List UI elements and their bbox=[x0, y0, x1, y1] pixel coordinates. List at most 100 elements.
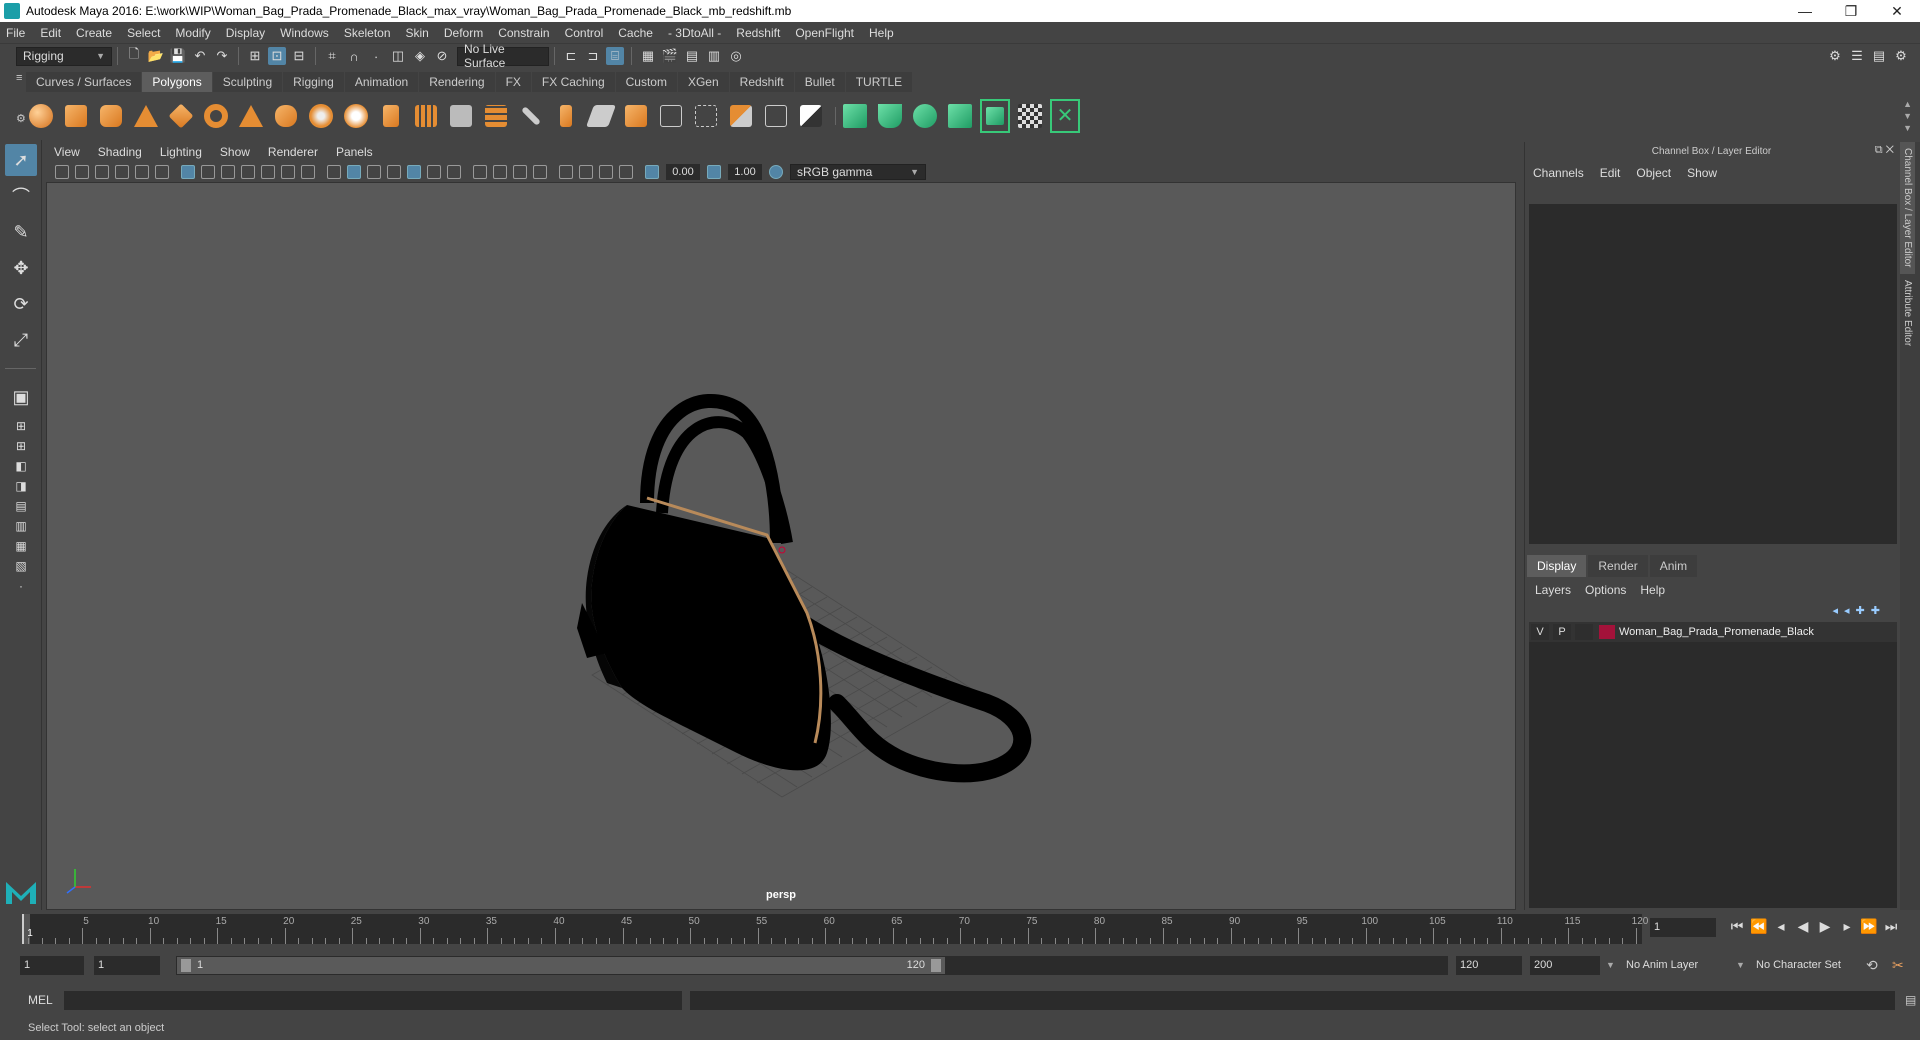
mel-label[interactable]: MEL bbox=[28, 993, 62, 1007]
current-frame-field[interactable]: 1 bbox=[1650, 918, 1716, 937]
fill-hole-icon[interactable] bbox=[621, 99, 651, 133]
restore-button[interactable]: ❐ bbox=[1828, 3, 1874, 20]
minimize-button[interactable]: — bbox=[1782, 3, 1828, 20]
viewport-menu-shading[interactable]: Shading bbox=[98, 145, 142, 159]
channel-box-toggle-icon[interactable]: ⚙ bbox=[1892, 47, 1910, 65]
outliner-layout-icon[interactable]: ▤ bbox=[5, 497, 37, 515]
time-ruler[interactable]: 1 5 10 15 20 25 30 35 40 45 50 55 60 65 70 75 80 85 90 95 1… bbox=[22, 914, 1648, 944]
extract-icon[interactable] bbox=[376, 99, 406, 133]
hypershade-layout-icon[interactable]: ▥ bbox=[5, 517, 37, 535]
select-component-icon[interactable]: ⊟ bbox=[290, 47, 308, 65]
snap-view-icon[interactable]: ◫ bbox=[389, 47, 407, 65]
layer-tab-anim[interactable]: Anim bbox=[1649, 555, 1698, 577]
append-polygon-icon[interactable] bbox=[585, 99, 617, 133]
tool-settings-icon[interactable]: ▤ bbox=[1870, 47, 1888, 65]
xray-components-icon[interactable] bbox=[599, 165, 613, 179]
layer-visibility-toggle[interactable]: V bbox=[1531, 624, 1549, 640]
select-tool-icon[interactable]: ➚ bbox=[5, 144, 37, 176]
shadows-icon[interactable] bbox=[447, 165, 461, 179]
move-tool-icon[interactable]: ✥ bbox=[5, 252, 37, 284]
editor-layout-icon[interactable]: ▦ bbox=[5, 537, 37, 555]
boolean-icon[interactable] bbox=[446, 99, 476, 133]
open-scene-icon[interactable]: 📂 bbox=[147, 47, 165, 65]
grid-toggle-icon[interactable] bbox=[181, 165, 195, 179]
poly-cube-icon[interactable] bbox=[61, 99, 91, 133]
shelf-settings-icon[interactable]: ⚙ bbox=[16, 112, 26, 125]
textured-icon[interactable] bbox=[387, 165, 401, 179]
menu-create[interactable]: Create bbox=[76, 26, 112, 40]
viewport-menu-view[interactable]: View bbox=[54, 145, 80, 159]
menu-help[interactable]: Help bbox=[869, 26, 894, 40]
menu-modify[interactable]: Modify bbox=[175, 26, 210, 40]
render-view-icon[interactable]: ▦ bbox=[639, 47, 657, 65]
persp-graph-layout-icon[interactable]: ◨ bbox=[5, 477, 37, 495]
layer-tab-render[interactable]: Render bbox=[1588, 555, 1648, 577]
layer-playback-toggle[interactable]: P bbox=[1553, 624, 1571, 640]
auto-key-icon[interactable]: ⟲ bbox=[1866, 957, 1878, 974]
ipr-render-icon[interactable]: ▤ bbox=[683, 47, 701, 65]
ambient-occlusion-icon[interactable] bbox=[473, 165, 487, 179]
menu-display[interactable]: Display bbox=[226, 26, 265, 40]
gamma-field[interactable]: 1.00 bbox=[728, 164, 762, 180]
anti-alias-icon[interactable] bbox=[513, 165, 527, 179]
menu-control[interactable]: Control bbox=[565, 26, 604, 40]
layer-tab-display[interactable]: Display bbox=[1527, 555, 1587, 577]
menu-3dtoall[interactable]: - 3DtoAll - bbox=[668, 26, 721, 40]
shelf-tab-bullet[interactable]: Bullet bbox=[794, 72, 845, 92]
film-gate-icon[interactable] bbox=[201, 165, 215, 179]
modeling-toolkit-icon[interactable]: ⚙ bbox=[1826, 47, 1844, 65]
shelf-tab-xgen[interactable]: XGen bbox=[677, 72, 729, 92]
range-end-handle[interactable] bbox=[931, 958, 941, 972]
shelf-tab-animation[interactable]: Animation bbox=[344, 72, 419, 92]
channel-menu-object[interactable]: Object bbox=[1636, 166, 1671, 180]
menu-deform[interactable]: Deform bbox=[444, 26, 483, 40]
shelf-tab-fx[interactable]: FX bbox=[495, 72, 531, 92]
camera-select-icon[interactable] bbox=[55, 165, 69, 179]
view-transform-dropdown[interactable]: sRGB gamma ▼ bbox=[790, 164, 926, 180]
combine-icon[interactable] bbox=[306, 99, 336, 133]
layer-menu-help[interactable]: Help bbox=[1640, 583, 1665, 597]
wedge-icon[interactable] bbox=[796, 99, 826, 133]
panel-float-close-icons[interactable]: ⧉ ✕ bbox=[1875, 144, 1894, 157]
anim-layer-field[interactable]: No Anim Layer bbox=[1622, 955, 1740, 975]
uv-cylindrical-icon[interactable] bbox=[875, 99, 905, 133]
exposure-field[interactable]: 0.00 bbox=[666, 164, 700, 180]
separate-icon[interactable] bbox=[341, 99, 371, 133]
uv-editor-icon[interactable] bbox=[980, 98, 1010, 133]
menu-windows[interactable]: Windows bbox=[280, 26, 329, 40]
insert-edge-loop-icon[interactable] bbox=[691, 99, 721, 133]
menu-constrain[interactable]: Constrain bbox=[498, 26, 549, 40]
go-to-end-icon[interactable]: ⏭ bbox=[1880, 918, 1902, 935]
save-scene-icon[interactable]: 💾 bbox=[169, 47, 187, 65]
safe-title-icon[interactable] bbox=[301, 165, 315, 179]
poly-plane-icon[interactable] bbox=[166, 99, 196, 133]
go-to-start-icon[interactable]: ⏮ bbox=[1726, 918, 1748, 935]
offset-edge-loop-icon[interactable] bbox=[726, 99, 756, 133]
perspective-viewport[interactable]: persp bbox=[46, 182, 1516, 910]
playback-start-field[interactable]: 1 bbox=[94, 955, 160, 975]
layer-menu-layers[interactable]: Layers bbox=[1535, 583, 1571, 597]
graph-layout-icon[interactable]: ▧ bbox=[5, 557, 37, 575]
snap-surface-icon[interactable]: ◈ bbox=[411, 47, 429, 65]
range-slider-track[interactable] bbox=[946, 955, 1448, 975]
side-tab-attribute-editor[interactable]: Attribute Editor bbox=[1900, 274, 1915, 352]
shelf-tab-redshift[interactable]: Redshift bbox=[729, 72, 794, 92]
viewport-menu-panels[interactable]: Panels bbox=[336, 145, 373, 159]
menu-edit[interactable]: Edit bbox=[40, 26, 61, 40]
play-backward-icon[interactable]: ◀ bbox=[1792, 918, 1814, 935]
construction-history-icon[interactable]: ⌸ bbox=[606, 47, 624, 65]
shelf-tab-custom[interactable]: Custom bbox=[615, 72, 677, 92]
side-tab-channel-box[interactable]: Channel Box / Layer Editor bbox=[1900, 142, 1915, 274]
menu-file[interactable]: File bbox=[6, 26, 25, 40]
shelf-tab-rendering[interactable]: Rendering bbox=[419, 72, 495, 92]
safe-action-icon[interactable] bbox=[281, 165, 295, 179]
layout-options-icon[interactable]: · bbox=[5, 577, 37, 595]
four-view-layout-icon[interactable]: ⊞ bbox=[5, 417, 37, 435]
layer-menu-options[interactable]: Options bbox=[1585, 583, 1626, 597]
use-lights-icon[interactable] bbox=[427, 165, 441, 179]
shelf-tab-curves-surfaces[interactable]: Curves / Surfaces bbox=[26, 72, 142, 92]
script-editor-icon[interactable]: ▤ bbox=[1905, 993, 1916, 1007]
snap-grid-icon[interactable]: ⌗ bbox=[323, 47, 341, 65]
range-slider[interactable]: 1 120 bbox=[176, 955, 946, 975]
four-view-alt-layout-icon[interactable]: ⊞ bbox=[5, 437, 37, 455]
